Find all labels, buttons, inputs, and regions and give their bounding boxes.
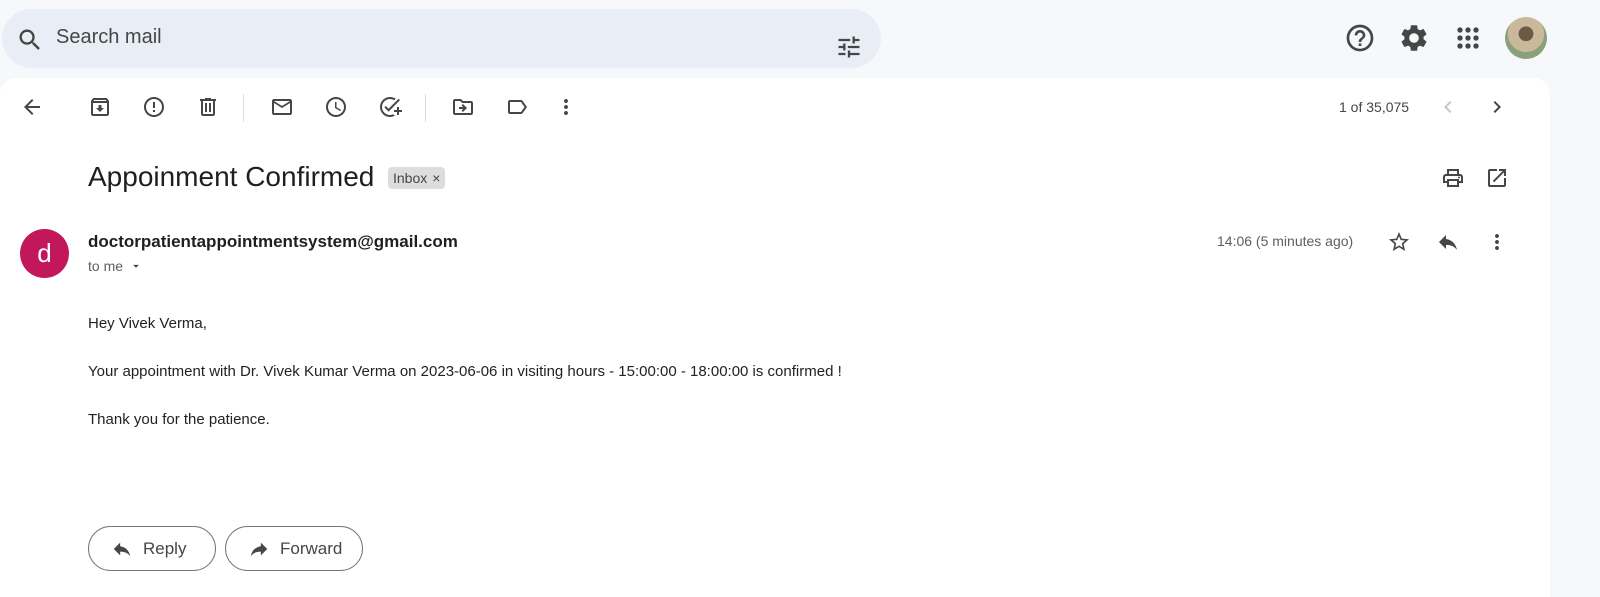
help-icon[interactable] [1344, 22, 1376, 54]
back-icon[interactable] [20, 95, 44, 119]
subject-heading: Appoinment Confirmed [88, 161, 375, 192]
chevron-down-icon[interactable] [129, 259, 143, 273]
print-icon[interactable] [1441, 166, 1465, 190]
reply-icon[interactable] [1436, 230, 1460, 254]
snooze-icon[interactable] [324, 95, 348, 119]
body-paragraph: Your appointment with Dr. Vivek Kumar Ve… [88, 363, 842, 380]
archive-icon[interactable] [88, 95, 112, 119]
sender-avatar[interactable]: d [20, 229, 69, 278]
open-new-window-icon[interactable] [1485, 166, 1509, 190]
apps-icon[interactable] [1452, 22, 1484, 54]
move-to-icon[interactable] [451, 95, 475, 119]
message-more-icon[interactable] [1485, 230, 1509, 254]
sender-email[interactable]: doctorpatientappointmentsystem@gmail.com [88, 232, 458, 252]
body-greeting: Hey Vivek Verma, [88, 315, 207, 332]
toolbar-divider [243, 94, 244, 122]
remove-label-button[interactable]: × [432, 170, 440, 186]
toolbar-divider [425, 94, 426, 122]
label-text: Inbox [393, 170, 428, 186]
top-bar: Search mail [0, 0, 1600, 78]
message-view: 1 of 35,075 Appoinment Confirmed Inbox ×… [0, 78, 1550, 597]
forward-button[interactable]: Forward [225, 526, 363, 571]
inbox-label-chip[interactable]: Inbox × [388, 167, 446, 189]
account-avatar[interactable] [1505, 17, 1547, 59]
message-time: 14:06 (5 minutes ago) [1217, 233, 1354, 249]
body-closing: Thank you for the patience. [88, 411, 270, 428]
delete-icon[interactable] [196, 95, 220, 119]
more-vert-icon[interactable] [554, 95, 578, 119]
star-icon[interactable] [1387, 230, 1411, 254]
recipient-toggle[interactable]: to me [88, 258, 143, 274]
forward-label: Forward [280, 538, 343, 558]
search-icon[interactable] [16, 26, 44, 54]
search-bar[interactable]: Search mail [2, 9, 881, 68]
pager-text: 1 of 35,075 [1339, 99, 1410, 115]
settings-icon[interactable] [1398, 22, 1430, 54]
reply-button[interactable]: Reply [88, 526, 216, 571]
reply-label: Reply [143, 538, 187, 558]
reply-icon [111, 538, 133, 560]
search-input[interactable]: Search mail [56, 26, 162, 49]
chevron-left-icon[interactable] [1436, 95, 1460, 119]
report-spam-icon[interactable] [142, 95, 166, 119]
tune-icon[interactable] [835, 33, 863, 61]
add-task-icon[interactable] [378, 95, 402, 119]
recipient-label: to me [88, 258, 124, 274]
mark-unread-icon[interactable] [270, 95, 294, 119]
label-icon[interactable] [505, 95, 529, 119]
chevron-right-icon[interactable] [1485, 95, 1509, 119]
forward-icon [248, 538, 270, 560]
